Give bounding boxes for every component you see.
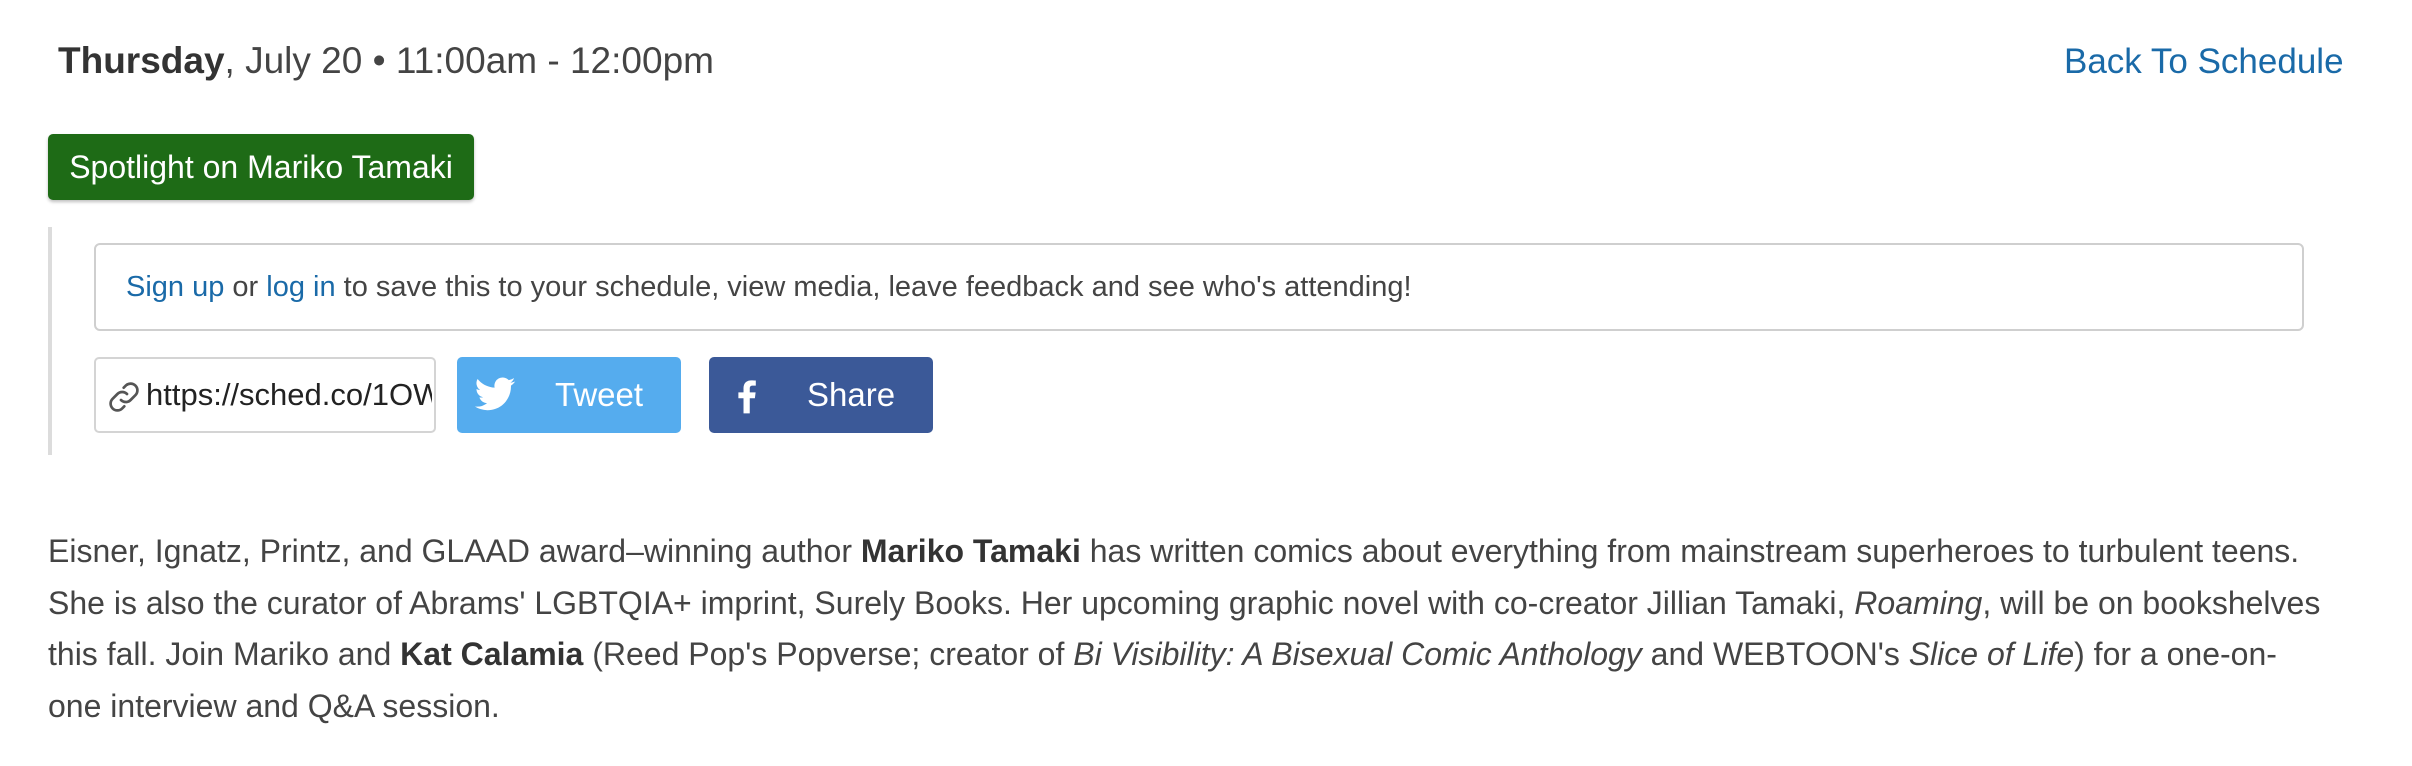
share-label: Share: [807, 376, 896, 413]
share-url-input[interactable]: [146, 359, 432, 431]
signup-prompt: Sign up or log in to save this to your s…: [94, 243, 2304, 331]
share-url-box[interactable]: [94, 357, 436, 433]
tweet-label: Tweet: [555, 376, 644, 413]
tweet-button[interactable]: Tweet: [457, 357, 681, 433]
desc-moderator-name: Kat Calamia: [400, 636, 584, 672]
desc-text-1: Eisner, Ignatz, Printz, and GLAAD award–…: [48, 533, 861, 569]
event-date-time: , July 20 • 11:00am - 12:00pm: [224, 40, 714, 81]
desc-anthology-title: Bi Visibility: A Bisexual Comic Antholog…: [1073, 636, 1642, 672]
desc-webtoon-title: Slice of Life: [1908, 636, 2075, 672]
facebook-share-button[interactable]: Share: [709, 357, 933, 433]
facebook-f-icon: [738, 380, 756, 414]
desc-speaker-name: Mariko Tamaki: [860, 533, 1081, 569]
desc-text-4: (Reed Pop's Popverse; creator of: [583, 636, 1074, 672]
event-datetime: Thursday, July 20 • 11:00am - 12:00pm: [58, 40, 714, 82]
signup-rest-text: to save this to your schedule, view medi…: [335, 271, 1412, 303]
event-description: Eisner, Ignatz, Printz, and GLAAD award–…: [48, 526, 2328, 732]
event-type-tag[interactable]: Spotlight on Mariko Tamaki: [48, 134, 474, 200]
twitter-bird-icon: [474, 377, 516, 411]
login-link[interactable]: log in: [266, 271, 335, 303]
left-rail-divider: [48, 227, 52, 455]
desc-text-5: and WEBTOON's: [1641, 636, 1909, 672]
signup-link[interactable]: Sign up: [126, 271, 224, 303]
desc-book-title: Roaming: [1854, 584, 1983, 621]
event-day: Thursday: [58, 40, 225, 81]
link-icon: [109, 382, 139, 412]
signup-or-text: or: [224, 271, 267, 303]
back-to-schedule-link[interactable]: Back To Schedule: [2064, 42, 2344, 82]
